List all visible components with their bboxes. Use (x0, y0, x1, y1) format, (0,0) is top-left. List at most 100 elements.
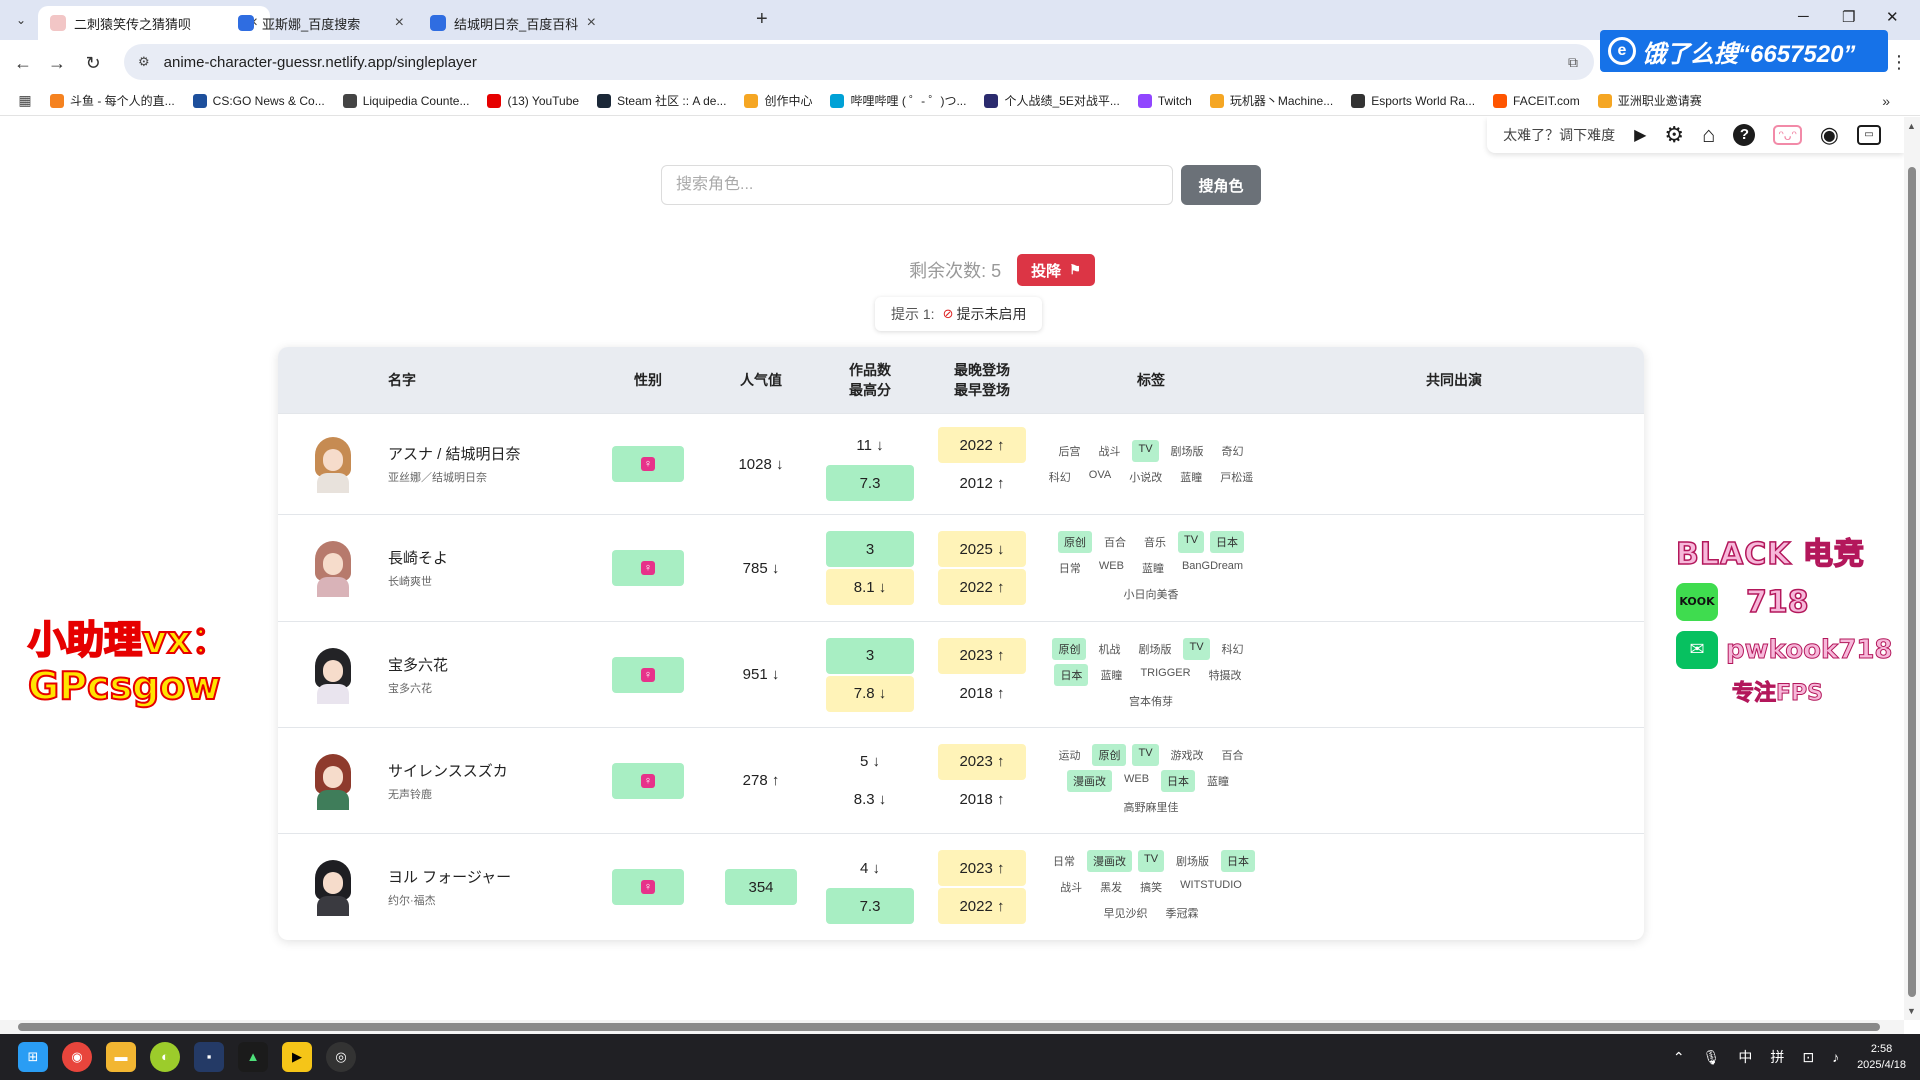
avatar-body (317, 896, 349, 916)
latest-appearance: 2023 ↑ (938, 850, 1026, 886)
tag-chip: 日本 (1054, 663, 1089, 686)
tag-chip: TV (1132, 440, 1159, 462)
tab-close-icon[interactable]: × (587, 14, 596, 32)
input-method-cn[interactable]: 中 (1738, 1047, 1752, 1067)
bookmark-item[interactable]: 亚洲职业邀请赛 (1597, 92, 1702, 109)
give-up-button[interactable]: 投降 ⚑ (1017, 254, 1095, 286)
gender-badge: ♀ (612, 550, 684, 586)
browser-tab[interactable]: 亚斯娜_百度搜索 × (226, 6, 416, 40)
clock-date: 2025/4/18 (1857, 1059, 1906, 1071)
bookmark-favicon-icon (1137, 93, 1152, 108)
bookmark-item[interactable]: 哔哩哔哩 ( ゜- ゜)つ... (830, 92, 966, 109)
browser-tab[interactable]: 结城明日奈_百度百科 × (418, 6, 608, 40)
minimize-icon[interactable]: ─ (1798, 8, 1809, 25)
hint-label: 提示 1: (891, 306, 935, 322)
character-alt-name: 约尔·福杰 (388, 895, 436, 907)
site-info-icon[interactable]: ⚙ (138, 54, 150, 70)
clock[interactable]: 2:58 2025/4/18 (1857, 1041, 1906, 1073)
latest-appearance: 2023 ↑ (938, 743, 1026, 780)
bookmark-item[interactable]: 创作中心 (744, 92, 812, 109)
table-row[interactable]: サイレンススズカ 无声铃鹿 ♀ 278 ↑ 5 ↓ 8.3 ↓ 2023 ↑ 2018 ↑ 运动… (278, 727, 1644, 833)
appearance-cell: 2023 ↑ 2018 ↑ (926, 637, 1038, 712)
tag-chip: 原创 (1052, 637, 1087, 660)
video-icon[interactable]: ▭ (1857, 125, 1881, 145)
tags-cell: 原创 机战 剧场版 TV 科幻 日本 蓝瞳 TRIGGER 特摄改 宫本侑芽 (1038, 636, 1264, 714)
network-icon[interactable]: ⊡ (1802, 1049, 1814, 1066)
tag-chip: 剧场版 (1138, 643, 1172, 656)
clock-time: 2:58 (1870, 1043, 1893, 1055)
bookmark-favicon-icon (487, 93, 502, 108)
horizontal-scroll-thumb[interactable] (18, 1023, 1880, 1031)
github-icon[interactable]: ◉ (1820, 122, 1839, 148)
bookmark-favicon-icon (597, 93, 612, 108)
chrome-taskbar-icon[interactable]: ◉ (62, 1042, 92, 1072)
microphone-icon[interactable]: 🎙 (1703, 1049, 1721, 1066)
close-window-icon[interactable]: ✕ (1886, 8, 1899, 26)
windows-start-icon[interactable]: ⊞ (18, 1042, 48, 1072)
obs-taskbar-icon[interactable]: ▲ (238, 1042, 268, 1072)
top-score: 8.1 ↓ (826, 569, 914, 605)
apps-grid-icon[interactable]: ▦ (0, 92, 50, 109)
translate-icon[interactable]: ⧉ (1568, 54, 1578, 71)
player-taskbar-icon[interactable]: ▶ (282, 1042, 312, 1072)
volume-icon[interactable]: ♪ (1832, 1049, 1839, 1065)
new-tab-button[interactable]: + (756, 8, 768, 31)
bookmark-item[interactable]: 个人战绩_5E对战平... (984, 92, 1120, 109)
browser-menu-icon[interactable]: ⋮ (1890, 52, 1908, 73)
bookmark-item[interactable]: Liquipedia Counte... (342, 93, 469, 108)
latest-appearance: 2023 ↑ (938, 637, 1026, 674)
table-row[interactable]: 宝多六花 宝多六花 ♀ 951 ↓ 3 7.8 ↓ 2023 ↑ 2018 ↑ 原创 机战 剧场版 T… (278, 621, 1644, 727)
table-row[interactable]: ヨル フォージャー 约尔·福杰 ♀ 354 4 ↓ 7.3 2023 ↑ 2022 ↑ 日常 漫画… (278, 833, 1644, 940)
reload-icon[interactable]: ↻ (80, 50, 106, 76)
bookmark-item[interactable]: Esports World Ra... (1351, 93, 1475, 108)
difficulty-text[interactable]: 太难了？调下难度 (1503, 125, 1615, 145)
bookmark-item[interactable]: 斗鱼 - 每个人的直... (50, 92, 175, 109)
tab-search-icon[interactable]: ⌄ (10, 9, 32, 31)
input-method-pinyin[interactable]: 拼 (1770, 1047, 1784, 1067)
table-row[interactable]: アスナ / 結城明日奈 亚丝娜／结城明日奈 ♀ 1028 ↓ 11 ↓ 7.3 2022 ↑… (278, 413, 1644, 514)
bilibili-icon[interactable]: ᵔᴗᵔ (1773, 125, 1802, 145)
tab-close-icon[interactable]: × (395, 14, 404, 32)
bookmark-item[interactable]: 玩机器丶Machine... (1209, 92, 1333, 109)
app-taskbar-icon[interactable]: ◐ (150, 1042, 180, 1072)
character-search-input[interactable] (661, 165, 1173, 205)
recorder-taskbar-icon[interactable]: ◎ (326, 1042, 356, 1072)
vertical-scroll-thumb[interactable] (1908, 167, 1916, 997)
settings-gear-icon[interactable]: ⚙ (1664, 122, 1684, 148)
back-icon[interactable]: ← (10, 50, 36, 76)
sponsor-overlay: BLACK 电竞 KOOK 718 ✉ pwkook718 专注FPS (1675, 529, 1904, 707)
assistant-line-2: GPcsgow (27, 663, 222, 709)
scroll-up-icon[interactable]: ▲ (1907, 121, 1916, 131)
horizontal-scrollbar[interactable] (0, 1020, 1904, 1034)
character-alt-name: 宝多六花 (388, 682, 432, 695)
tray-chevron-icon[interactable]: ⌃ (1673, 1049, 1685, 1066)
restore-icon[interactable]: ❐ (1842, 8, 1855, 26)
bookmark-item[interactable]: Twitch (1137, 93, 1192, 108)
top-score: 8.3 ↓ (853, 791, 887, 808)
bookmark-item[interactable]: CS:GO News & Co... (192, 93, 325, 108)
forward-icon[interactable]: → (44, 50, 70, 76)
home-icon[interactable]: ⌂ (1702, 122, 1715, 148)
tag-chip: 原创 (1092, 743, 1127, 766)
wechat-icon: ✉ (1676, 631, 1718, 669)
bookmark-item[interactable]: FACEIT.com (1493, 93, 1580, 108)
character-alt-name: 无声铃鹿 (388, 788, 432, 801)
steam-taskbar-icon[interactable]: ▪ (194, 1042, 224, 1072)
help-icon[interactable]: ? (1733, 124, 1756, 146)
header-name: 名字 (388, 372, 416, 388)
bookmark-favicon-icon (192, 93, 207, 108)
tab-favicon-icon (430, 15, 446, 31)
more-bookmarks-icon[interactable]: » (1882, 93, 1890, 109)
tab-title: 二刺猿笑传之猜猜呗 (74, 16, 192, 32)
file-explorer-icon[interactable]: ▬ (106, 1042, 136, 1072)
scroll-down-icon[interactable]: ▼ (1907, 1006, 1916, 1016)
bookmark-item[interactable]: Steam 社区 :: A de... (597, 92, 726, 109)
table-row[interactable]: 長崎そよ 长崎爽世 ♀ 785 ↓ 3 8.1 ↓ 2025 ↓ 2022 ↑ 原创 百合 音乐 TV… (278, 514, 1644, 621)
address-bar[interactable]: ⚙ anime-character-guessr.netlify.app/sin… (124, 44, 1594, 80)
bookmark-item[interactable]: (13) YouTube (487, 93, 579, 108)
search-character-button[interactable]: 搜角色 (1181, 165, 1261, 205)
play-icon[interactable]: ▶ (1634, 125, 1646, 145)
bookmark-favicon-icon (1209, 93, 1224, 108)
url-text[interactable]: anime-character-guessr.netlify.app/singl… (164, 54, 477, 71)
vertical-scrollbar[interactable]: ▲ ▼ (1904, 117, 1920, 1020)
